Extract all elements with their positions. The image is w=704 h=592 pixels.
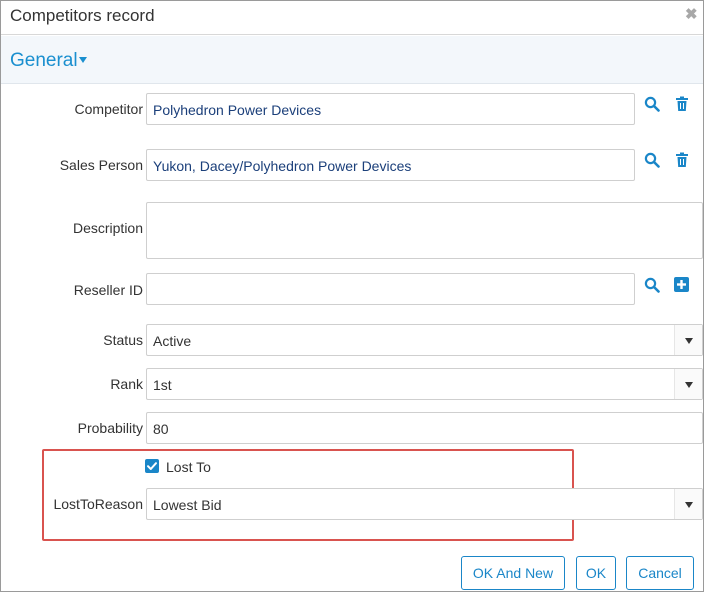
trash-icon[interactable] [675, 96, 691, 112]
competitor-label: Competitor [74, 101, 143, 117]
lost-to-reason-select[interactable]: Lowest Bid [146, 488, 703, 520]
sales-person-value[interactable]: Yukon, Dacey/Polyhedron Power Devices [153, 158, 411, 174]
description-label: Description [72, 220, 143, 236]
dialog-title: Competitors record [10, 6, 155, 25]
sales-person-field[interactable]: Yukon, Dacey/Polyhedron Power Devices [146, 149, 635, 181]
section-header-general[interactable]: General [1, 36, 703, 84]
cancel-button[interactable]: Cancel [626, 556, 694, 590]
sales-person-label: Sales Person [59, 157, 143, 173]
status-value[interactable]: Active [153, 333, 191, 349]
lost-to-checkbox[interactable] [145, 459, 159, 473]
reseller-id-field[interactable] [146, 273, 635, 305]
caret-down-icon [685, 382, 693, 388]
ok-and-new-button[interactable]: OK And New [461, 556, 565, 590]
description-textarea[interactable] [146, 202, 703, 259]
rank-select[interactable]: 1st [146, 368, 703, 400]
lost-to-reason-label: LostToReason [53, 496, 143, 512]
competitor-value[interactable]: Polyhedron Power Devices [153, 102, 321, 118]
plus-square-icon[interactable] [674, 277, 690, 293]
ok-button[interactable]: OK [576, 556, 616, 590]
dropdown-toggle[interactable] [674, 325, 702, 355]
probability-field[interactable]: 80 [146, 412, 703, 444]
status-label: Status [103, 332, 143, 348]
search-icon[interactable] [644, 96, 660, 112]
trash-icon[interactable] [675, 152, 691, 168]
search-icon[interactable] [644, 152, 660, 168]
rank-label: Rank [110, 376, 143, 392]
lost-to-label[interactable]: Lost To [166, 459, 211, 475]
caret-down-icon [79, 57, 87, 63]
status-select[interactable]: Active [146, 324, 703, 356]
probability-label: Probability [77, 420, 143, 436]
check-icon [147, 462, 157, 470]
section-title[interactable]: General [10, 50, 78, 72]
dropdown-toggle[interactable] [674, 489, 702, 519]
dialog-titlebar: Competitors record ✖ [1, 1, 703, 35]
reseller-id-label: Reseller ID [73, 282, 143, 298]
dropdown-toggle[interactable] [674, 369, 702, 399]
lost-to-reason-value[interactable]: Lowest Bid [153, 497, 221, 513]
rank-value[interactable]: 1st [153, 377, 172, 393]
caret-down-icon [685, 502, 693, 508]
close-icon[interactable]: ✖ [685, 7, 698, 22]
search-icon[interactable] [644, 277, 660, 293]
competitor-field[interactable]: Polyhedron Power Devices [146, 93, 635, 125]
caret-down-icon [685, 338, 693, 344]
probability-value[interactable]: 80 [153, 421, 169, 437]
competitors-record-dialog: Competitors record ✖ General Competitor … [0, 0, 704, 592]
